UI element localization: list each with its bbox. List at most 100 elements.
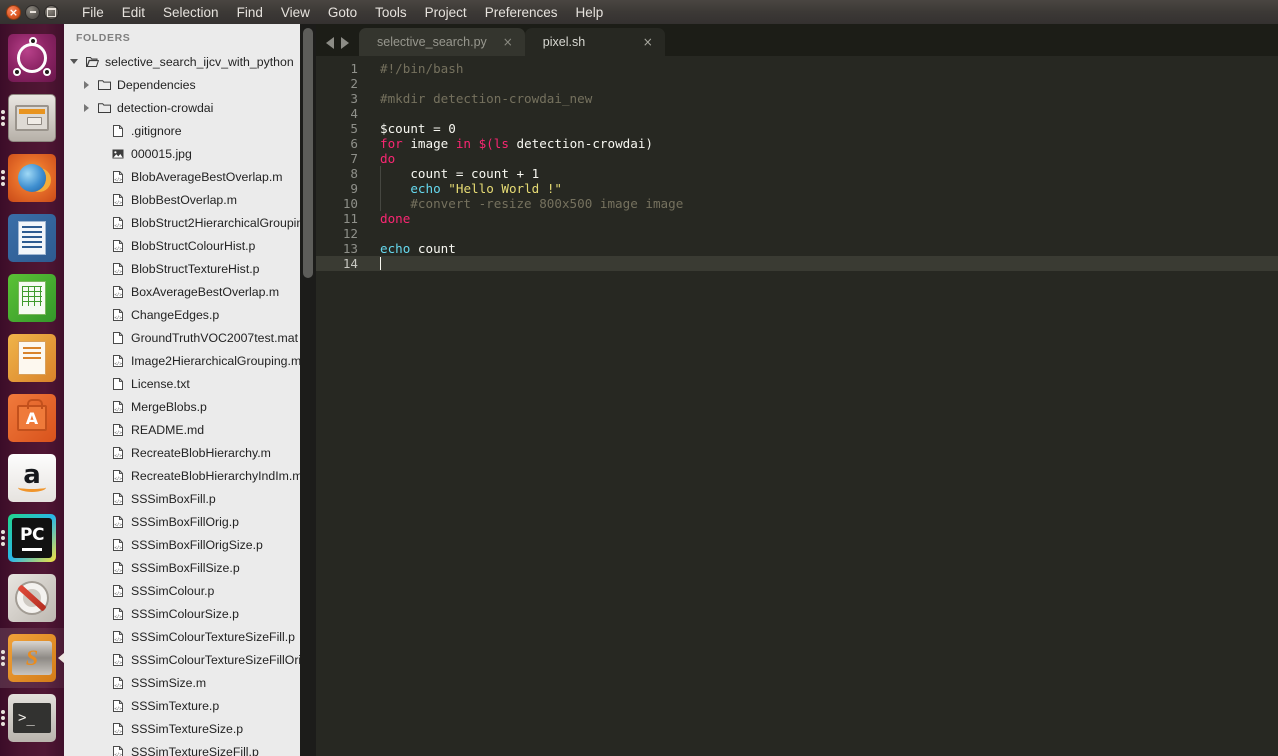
launcher-item-libreoffice-impress[interactable] xyxy=(0,328,64,388)
launcher-item-terminal[interactable]: >_ xyxy=(0,688,64,748)
launcher-item-files[interactable] xyxy=(0,88,64,148)
minimize-window-icon[interactable] xyxy=(25,4,40,20)
code-token-cmt: #convert -resize 800x500 image image xyxy=(380,196,684,211)
menu-item-goto[interactable]: Goto xyxy=(319,3,366,22)
tree-file-row[interactable]: </> SSSimTextureSizeFill.p xyxy=(64,740,300,756)
chevron-right-icon[interactable] xyxy=(83,80,89,89)
tree-file-row[interactable]: </> BlobStruct2HierarchicalGrouping. xyxy=(64,211,300,234)
launcher-item-software-center[interactable] xyxy=(0,388,64,448)
line-number: 12 xyxy=(342,226,358,241)
menu-item-view[interactable]: View xyxy=(272,3,319,22)
code-line xyxy=(366,256,1278,271)
tree-item-label: SSSimBoxFillOrigSize.p xyxy=(131,537,263,552)
editor-tab[interactable]: pixel.sh × xyxy=(524,28,665,56)
tree-item-label: GroundTruthVOC2007test.mat xyxy=(131,330,298,345)
code-token-kw: ls xyxy=(493,136,509,151)
tree-disclosure[interactable] xyxy=(78,80,94,89)
chevron-down-icon[interactable] xyxy=(70,59,78,64)
libreoffice-impress-icon xyxy=(8,334,56,382)
svg-text:</>: </> xyxy=(114,660,122,665)
line-number: 8 xyxy=(350,166,358,181)
next-tab-icon[interactable] xyxy=(341,37,349,49)
tree-file-row[interactable]: </> ChangeEdges.p xyxy=(64,303,300,326)
menu-item-find[interactable]: Find xyxy=(228,3,272,22)
launcher-item-amazon[interactable]: a xyxy=(0,448,64,508)
previous-tab-icon[interactable] xyxy=(326,37,334,49)
tree-file-row[interactable]: </> SSSimBoxFillSize.p xyxy=(64,556,300,579)
line-number: 9 xyxy=(350,181,358,196)
launcher-item-firefox[interactable] xyxy=(0,148,64,208)
tree-file-row[interactable]: </> BlobAverageBestOverlap.m xyxy=(64,165,300,188)
code-token-kw: in xyxy=(455,136,471,151)
launcher-item-ubuntu[interactable] xyxy=(0,28,64,88)
close-tab-icon[interactable]: × xyxy=(641,35,655,49)
launcher-item-sublime-text[interactable]: S xyxy=(0,628,64,688)
tree-file-row[interactable]: </> BlobBestOverlap.m xyxy=(64,188,300,211)
folder-icon xyxy=(94,102,114,114)
tree-folder-row[interactable]: Dependencies xyxy=(64,73,300,96)
code-token-pln: count xyxy=(410,241,456,256)
menu-item-edit[interactable]: Edit xyxy=(113,3,154,22)
tree-disclosure[interactable] xyxy=(78,103,94,112)
tab-nav-arrows xyxy=(316,37,359,56)
tree-file-row[interactable]: </> BlobStructColourHist.p xyxy=(64,234,300,257)
code-file-icon: </> xyxy=(108,745,128,756)
tree-file-row[interactable]: License.txt xyxy=(64,372,300,395)
sidebar-scrollbar[interactable] xyxy=(300,24,316,756)
tree-file-row[interactable]: </> SSSimColourTextureSizeFill.p xyxy=(64,625,300,648)
terminal-icon: >_ xyxy=(8,694,56,742)
tree-file-row[interactable]: </> SSSimBoxFillOrigSize.p xyxy=(64,533,300,556)
launcher-item-pycharm[interactable]: PC xyxy=(0,508,64,568)
tree-file-row[interactable]: .gitignore xyxy=(64,119,300,142)
svg-text:</>: </> xyxy=(114,407,122,412)
code-text[interactable]: #!/bin/bash #mkdir detection-crowdai_new… xyxy=(366,56,1278,756)
tree-file-row[interactable]: </> Image2HierarchicalGrouping.m xyxy=(64,349,300,372)
tree-file-row[interactable]: </> BlobStructTextureHist.p xyxy=(64,257,300,280)
editor-tab[interactable]: selective_search.py × xyxy=(359,28,525,56)
tree-folder-row[interactable]: detection-crowdai xyxy=(64,96,300,119)
folder-open-icon xyxy=(82,56,102,68)
tree-disclosure[interactable] xyxy=(66,59,82,64)
svg-text:</>: </> xyxy=(114,752,122,756)
close-window-icon[interactable] xyxy=(6,4,21,20)
tree-folder-row[interactable]: selective_search_ijcv_with_python xyxy=(64,50,300,73)
code-file-icon: </> xyxy=(108,262,128,275)
tree-file-row[interactable]: </> SSSimTexture.p xyxy=(64,694,300,717)
menu-item-preferences[interactable]: Preferences xyxy=(476,3,567,22)
tree-file-row[interactable]: </> MergeBlobs.p xyxy=(64,395,300,418)
tree-file-row[interactable]: </> SSSimBoxFill.p xyxy=(64,487,300,510)
code-file-icon: </> xyxy=(108,216,128,229)
launcher-item-libreoffice-writer[interactable] xyxy=(0,208,64,268)
tree-file-row[interactable]: </> RecreateBlobHierarchyIndIm.m xyxy=(64,464,300,487)
menu-item-tools[interactable]: Tools xyxy=(366,3,416,22)
sidebar-scrollbar-thumb[interactable] xyxy=(303,28,313,278)
tree-file-row[interactable]: </> README.md xyxy=(64,418,300,441)
tree-file-row[interactable]: </> BoxAverageBestOverlap.m xyxy=(64,280,300,303)
launcher-item-libreoffice-calc[interactable] xyxy=(0,268,64,328)
menu-item-file[interactable]: File xyxy=(73,3,113,22)
tree-file-row[interactable]: 000015.jpg xyxy=(64,142,300,165)
tree-file-row[interactable]: </> SSSimColourTextureSizeFillOrig.p xyxy=(64,648,300,671)
launcher-item-system-settings[interactable] xyxy=(0,568,64,628)
tree-file-row[interactable]: </> SSSimColourSize.p xyxy=(64,602,300,625)
tree-item-label: BoxAverageBestOverlap.m xyxy=(131,284,280,299)
tree-file-row[interactable]: </> SSSimBoxFillOrig.p xyxy=(64,510,300,533)
line-number: 11 xyxy=(342,211,358,226)
menu-item-selection[interactable]: Selection xyxy=(154,3,228,22)
tree-file-row[interactable]: GroundTruthVOC2007test.mat xyxy=(64,326,300,349)
tree-file-row[interactable]: </> SSSimSize.m xyxy=(64,671,300,694)
text-caret xyxy=(380,257,381,270)
maximize-window-icon[interactable] xyxy=(44,4,59,20)
code-view[interactable]: 1 2 3 4 5 6 7 8 9 10 11 12 13 14 #!/bin/bash #mkdir d… xyxy=(316,56,1278,756)
svg-text:</>: </> xyxy=(114,361,122,366)
code-file-icon: </> xyxy=(108,538,128,551)
tree-file-row[interactable]: </> SSSimTextureSize.p xyxy=(64,717,300,740)
chevron-right-icon[interactable] xyxy=(83,103,89,112)
menu-item-project[interactable]: Project xyxy=(416,3,476,22)
code-token-cmt: #mkdir detection-crowdai_new xyxy=(380,91,593,106)
tree-file-row[interactable]: </> RecreateBlobHierarchy.m xyxy=(64,441,300,464)
menu-item-help[interactable]: Help xyxy=(567,3,613,22)
line-number: 5 xyxy=(350,121,358,136)
close-tab-icon[interactable]: × xyxy=(501,35,515,49)
tree-file-row[interactable]: </> SSSimColour.p xyxy=(64,579,300,602)
